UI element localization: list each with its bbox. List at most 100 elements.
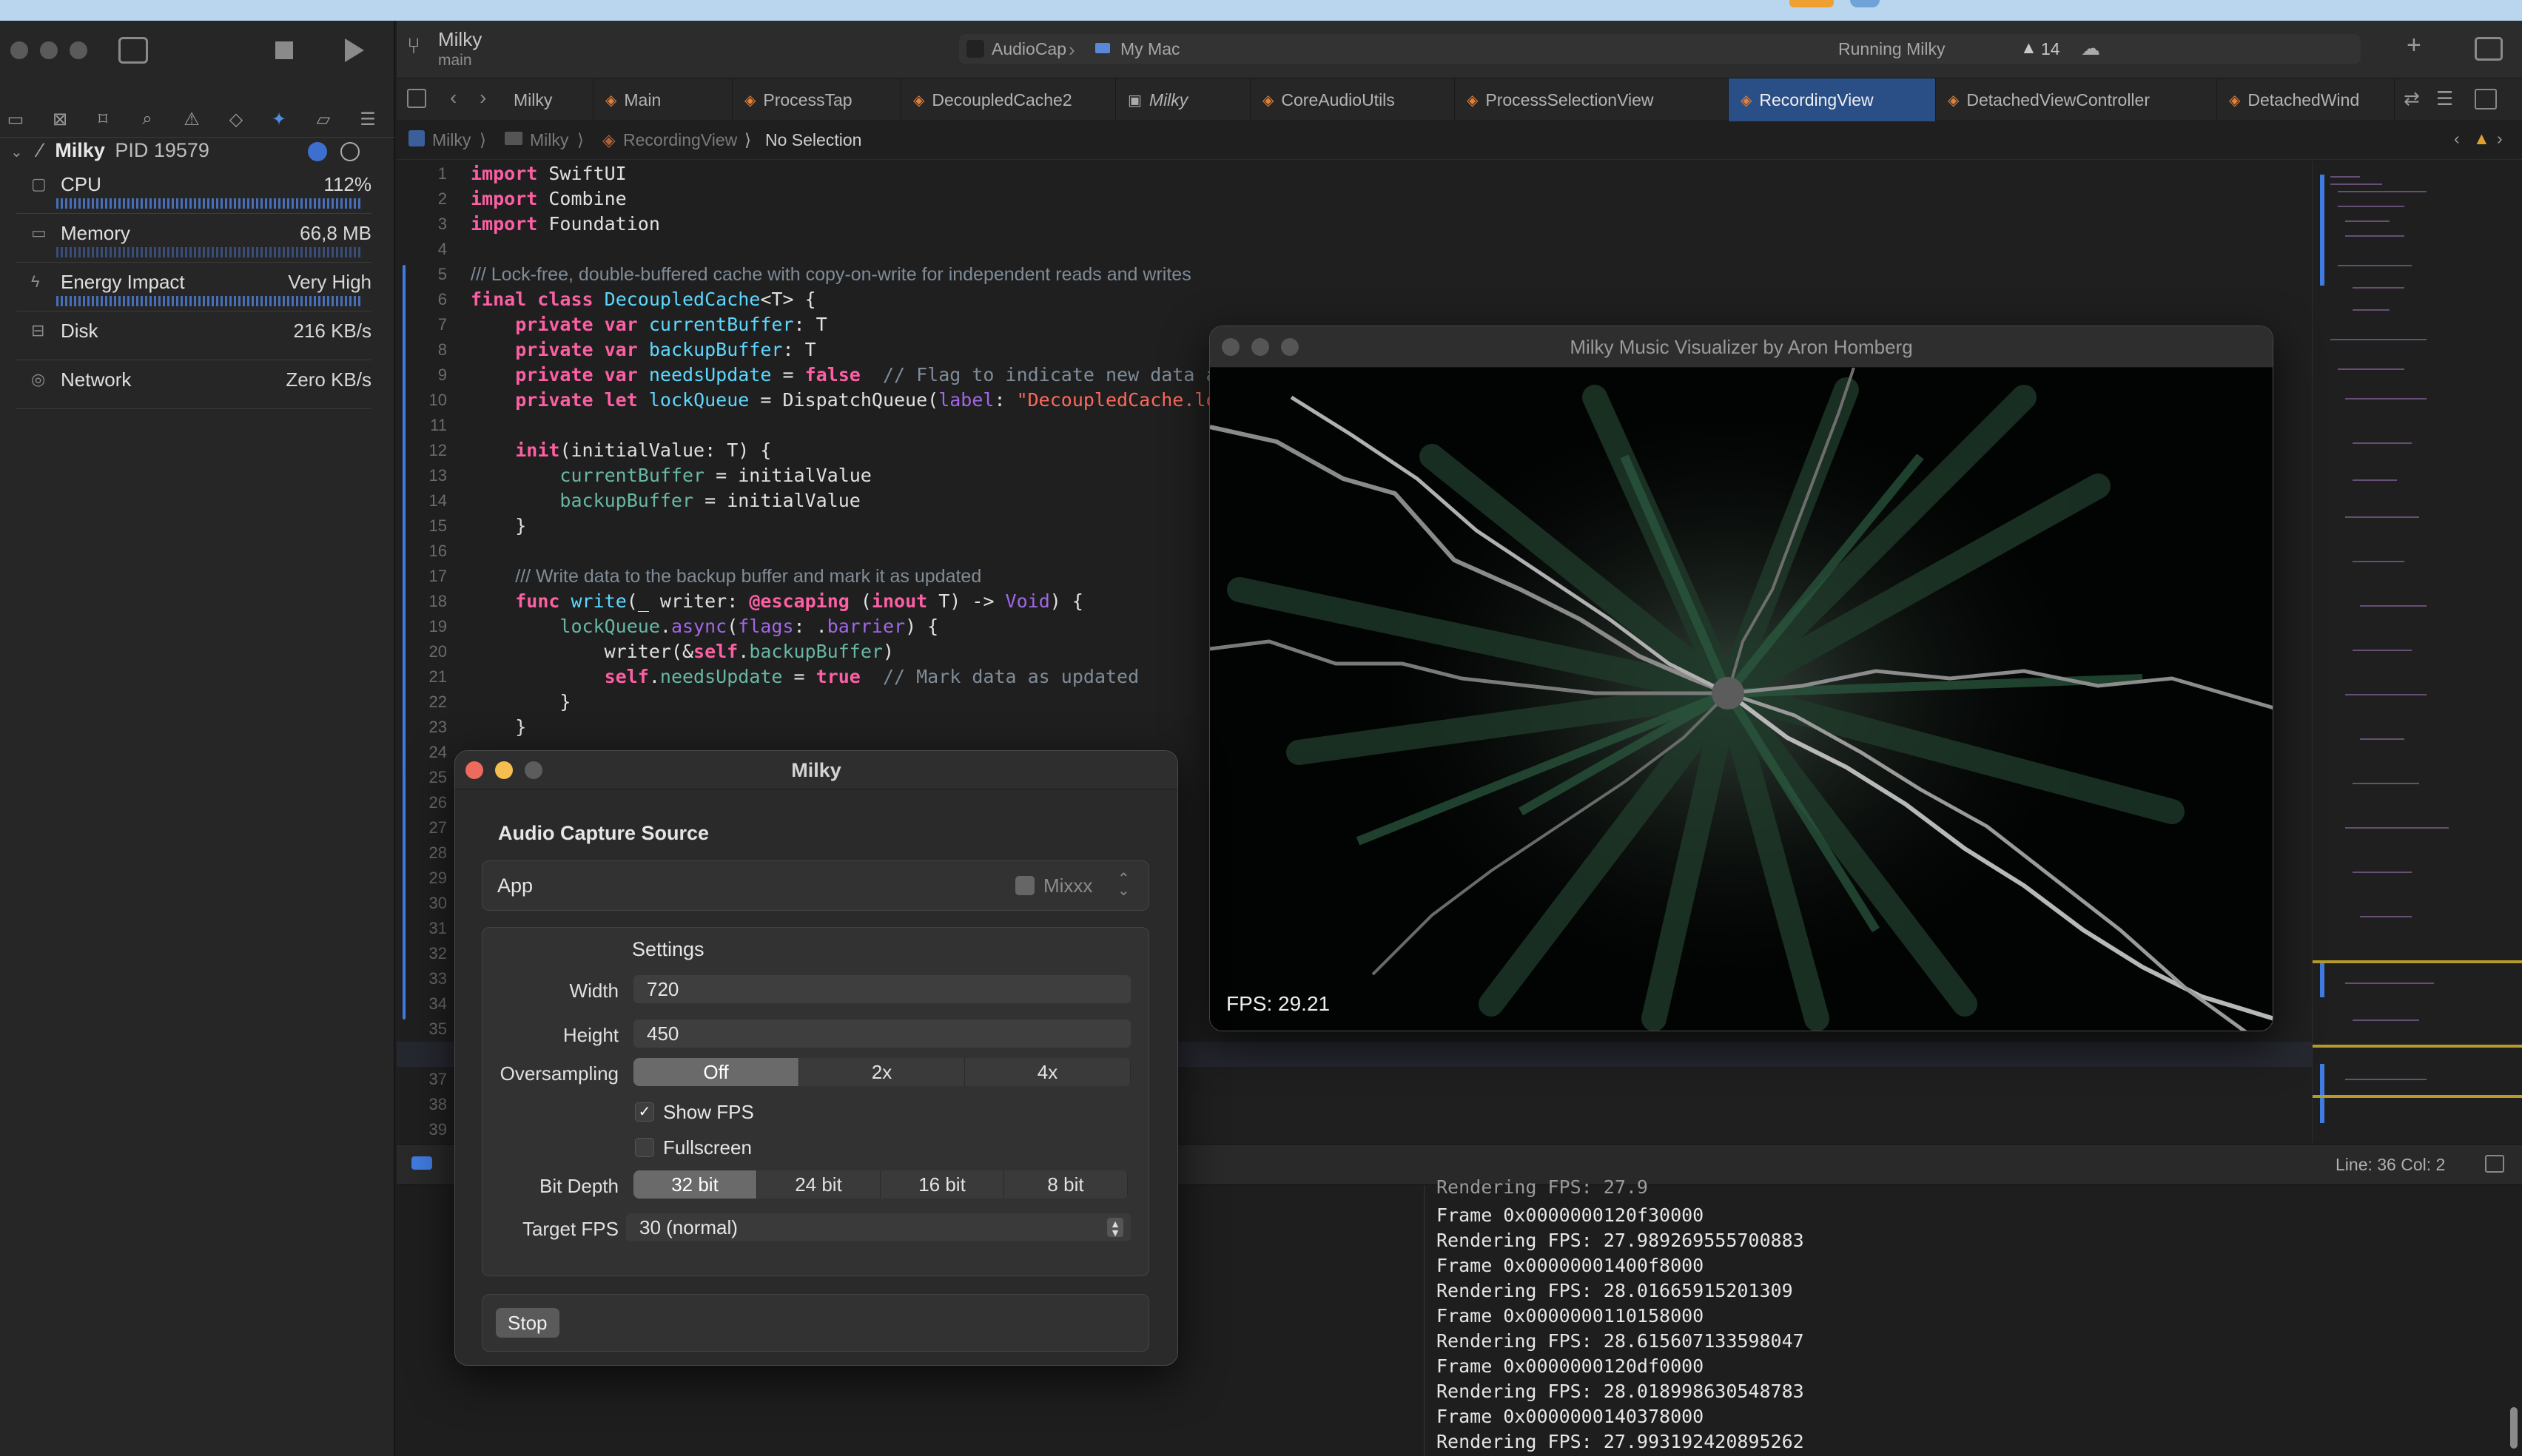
bitdepth-8[interactable]: 8 bit [1004, 1170, 1128, 1199]
breakpoint-icon[interactable]: ▱ [312, 108, 334, 130]
oversampling-4x[interactable]: 4x [965, 1058, 1131, 1086]
tab-detachedviewcontroller[interactable]: ◈ DetachedViewController [1936, 78, 2217, 121]
previous-issue-icon[interactable]: ‹ [2454, 129, 2460, 149]
gauge-value: 66,8 MB [300, 222, 371, 244]
tab-coreaudioutils[interactable]: ◈ CoreAudioUtils [1251, 78, 1455, 121]
run-icon[interactable] [345, 38, 364, 62]
scheme-name[interactable]: Milky [438, 28, 482, 51]
targetfps-popup[interactable]: 30 (normal) ▲ ▼ [626, 1213, 1131, 1241]
updown-chevron-icon: ▲ ▼ [1107, 1218, 1123, 1238]
target-name[interactable]: AudioCap [992, 39, 1066, 59]
window-minimize-button[interactable] [495, 761, 513, 779]
minimap-overview [2313, 175, 2522, 1123]
window-close-button[interactable] [1222, 338, 1240, 356]
tab-processselectionview[interactable]: ◈ ProcessSelectionView [1455, 78, 1729, 121]
bitdepth-control[interactable]: 32 bit 24 bit 16 bit 8 bit [633, 1170, 1128, 1199]
warning-icon[interactable]: ▲ [2473, 129, 2490, 149]
tab-label: CoreAudioUtils [1281, 90, 1395, 109]
inspector-toggle-icon[interactable] [2475, 37, 2503, 61]
targetfps-value: 30 (normal) [639, 1216, 738, 1238]
visualizer-canvas[interactable]: FPS: 29.21 [1210, 367, 2273, 1031]
pause-icon[interactable] [340, 142, 360, 161]
test-icon[interactable]: ◇ [225, 108, 247, 130]
bitdepth-24[interactable]: 24 bit [757, 1170, 881, 1199]
debug-toggle-icon[interactable] [411, 1156, 432, 1170]
tab-processtap[interactable]: ◈ ProcessTap [733, 78, 901, 121]
gauge-disk[interactable]: ⊟ Disk 216 KB/s [16, 320, 371, 361]
minimap[interactable] [2312, 161, 2522, 1144]
back-icon[interactable]: ‹ [450, 86, 457, 109]
console-toggle-icon[interactable] [2485, 1155, 2504, 1173]
milky-titlebar[interactable]: Milky [455, 751, 1177, 789]
branch-icon: ⑂ [407, 34, 420, 58]
console-scrollbar[interactable] [2510, 1407, 2518, 1449]
sidebar-toggle-icon[interactable] [118, 37, 148, 64]
issue-icon[interactable]: ⚠ [181, 108, 203, 130]
bookmark-icon[interactable]: ⌑ [92, 108, 114, 130]
show-fps-checkbox[interactable]: ✓ [635, 1102, 654, 1122]
width-field[interactable]: 720 [633, 975, 1131, 1003]
settings-box: Settings Width 720 Height 450 Oversampli… [482, 927, 1149, 1276]
fullscreen-checkbox[interactable] [635, 1138, 654, 1157]
split-editor-icon[interactable] [2475, 89, 2497, 109]
gauge-energy[interactable]: ϟ Energy Impact Very High [16, 271, 371, 312]
gauge-network[interactable]: ◎ Network Zero KB/s [16, 368, 371, 410]
editor-options-icon[interactable]: ☰ [2436, 87, 2453, 110]
stop-button[interactable]: Stop [496, 1308, 559, 1338]
gauge-label: Memory [61, 222, 130, 244]
breadcrumb-folder[interactable]: Milky [530, 130, 568, 150]
window-minimize-button[interactable] [1251, 338, 1269, 356]
activity-view[interactable]: AudioCap › My Mac Running Milky ▲ 14 ☁ [959, 34, 2361, 64]
destination-name[interactable]: My Mac [1120, 39, 1180, 59]
breadcrumb-file[interactable]: RecordingView [623, 130, 737, 150]
gauge-cpu[interactable]: ▢ CPU 112% [16, 173, 371, 215]
window-zoom-button[interactable] [525, 761, 542, 779]
oversampling-off[interactable]: Off [633, 1058, 799, 1086]
forward-icon[interactable]: › [480, 86, 486, 109]
code-text[interactable]: import SwiftUI import Combine import Fou… [471, 161, 1217, 740]
add-icon[interactable]: + [2407, 31, 2421, 60]
refresh-icon[interactable]: ⇄ [2404, 87, 2420, 110]
tab-label: DetachedViewController [1966, 90, 2150, 109]
breadcrumb-selection[interactable]: No Selection [765, 130, 861, 150]
window-close-button[interactable] [10, 41, 28, 59]
find-icon[interactable]: ⌕ [136, 108, 158, 130]
debug-navigator-icon[interactable]: ✦ [268, 108, 290, 130]
source-control-icon[interactable]: ⊠ [49, 108, 71, 130]
disclosure-chevron-icon[interactable]: ⌄ [10, 144, 23, 161]
warning-icon[interactable]: ▲ [2020, 38, 2037, 58]
line-number: 38 [428, 1095, 447, 1113]
info-icon[interactable] [308, 142, 327, 161]
tab-detachedwindow[interactable]: ◈ DetachedWind [2217, 78, 2395, 121]
divider [16, 408, 371, 409]
process-row[interactable]: ⌄ ⁄ Milky PID 19579 [10, 139, 380, 169]
source-row: App Mixxx ⌃ ⌄ [482, 860, 1149, 911]
bitdepth-32[interactable]: 32 bit [633, 1170, 757, 1199]
console-output[interactable]: Rendering FPS: 27.9 Frame 0x0000000120f3… [1424, 1176, 2522, 1456]
cpu-icon: ▢ [31, 175, 47, 193]
source-popup[interactable]: Mixxx ⌃ ⌄ [1015, 872, 1141, 901]
oversampling-2x[interactable]: 2x [799, 1058, 965, 1086]
visualizer-titlebar[interactable]: Milky Music Visualizer by Aron Homberg [1210, 326, 2273, 368]
bitdepth-16[interactable]: 16 bit [881, 1170, 1004, 1199]
tab-main[interactable]: ◈ Main [593, 78, 733, 121]
breadcrumb-project[interactable]: Milky [432, 130, 471, 150]
stop-icon[interactable] [275, 41, 293, 59]
tab-recordingview[interactable]: ◈ RecordingView [1729, 78, 1936, 121]
console-line: Frame 0x0000000120f30000 [1436, 1204, 1704, 1226]
window-close-button[interactable] [465, 761, 483, 779]
grid-icon[interactable] [407, 89, 426, 108]
oversampling-control[interactable]: Off 2x 4x [633, 1058, 1131, 1086]
folder-icon[interactable]: ▭ [4, 108, 27, 130]
tab-milky-project[interactable]: Milky [502, 78, 593, 121]
window-minimize-button[interactable] [40, 41, 58, 59]
report-icon[interactable]: ☰ [357, 108, 379, 130]
tab-decoupledcache2[interactable]: ◈ DecoupledCache2 [901, 78, 1116, 121]
gauge-memory[interactable]: ▭ Memory 66,8 MB [16, 222, 371, 263]
height-field[interactable]: 450 [633, 1019, 1131, 1048]
next-issue-icon[interactable]: › [2497, 129, 2503, 149]
fullscreen-label: Fullscreen [663, 1136, 752, 1159]
tab-milky[interactable]: ▣ Milky [1116, 78, 1251, 121]
window-zoom-button[interactable] [70, 41, 87, 59]
window-zoom-button[interactable] [1281, 338, 1299, 356]
